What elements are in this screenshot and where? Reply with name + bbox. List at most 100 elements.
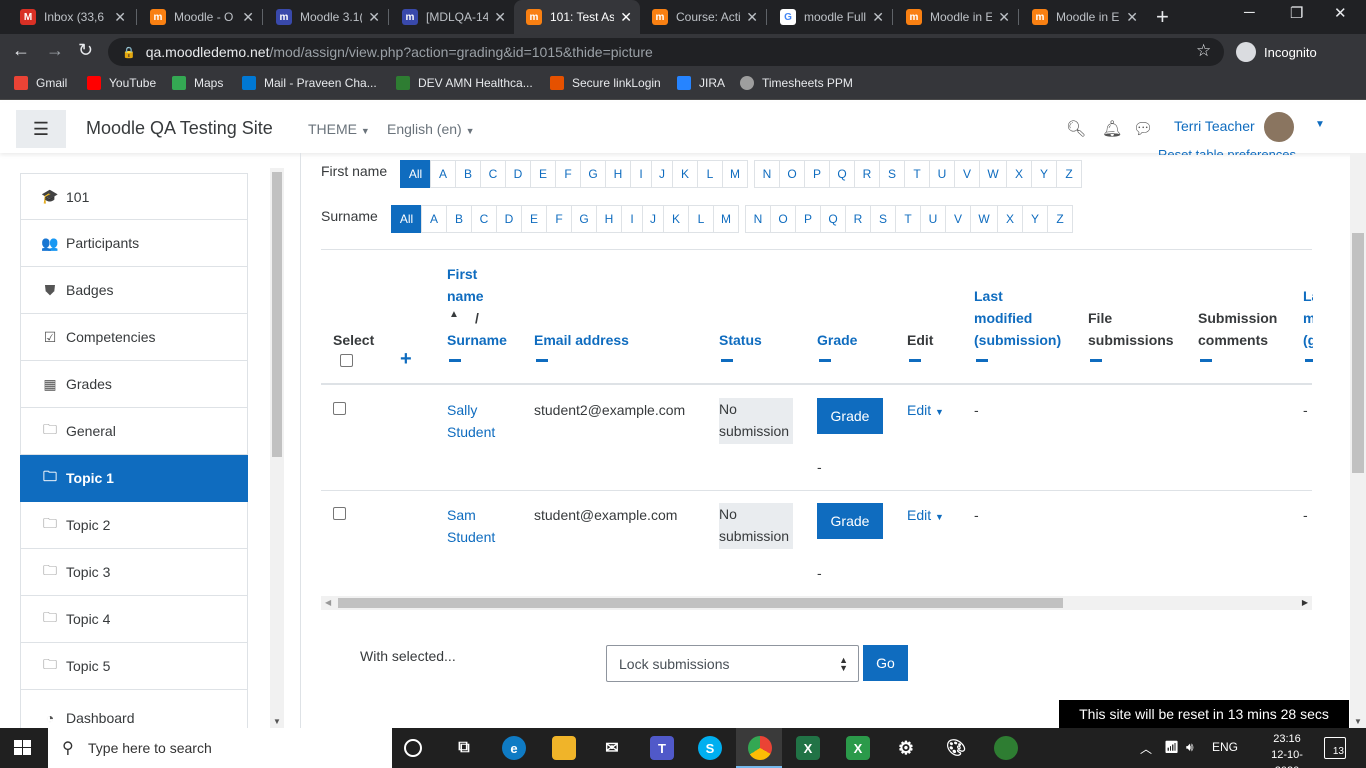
select-all-checkbox[interactable] — [340, 354, 353, 367]
row-select-checkbox[interactable] — [333, 402, 346, 415]
first-name-initial-s[interactable]: S — [879, 160, 905, 188]
menu-toggle-button[interactable]: ☰ — [16, 110, 66, 148]
sidebar-item-badges[interactable]: ⛊ Badges — [20, 267, 248, 314]
collapse-column-icon[interactable] — [976, 359, 988, 362]
row-select-checkbox[interactable] — [333, 507, 346, 520]
new-tab-icon[interactable]: + — [1156, 4, 1169, 30]
collapse-column-icon[interactable] — [819, 359, 831, 362]
collapse-column-icon[interactable] — [449, 359, 461, 362]
surname-initial-f[interactable]: F — [546, 205, 572, 233]
wifi-icon[interactable]: 📶︎ — [1164, 740, 1179, 754]
surname-initial-c[interactable]: C — [471, 205, 497, 233]
browser-tab-google[interactable]: Gmoodle Full ✕ — [768, 0, 892, 34]
sidebar-item-101[interactable]: 🎓 101 — [20, 173, 248, 220]
bookmark-maps[interactable]: Maps — [172, 76, 223, 90]
sidebar-scrollbar[interactable]: ▼ — [270, 168, 284, 728]
page-scrollbar[interactable]: ▼ — [1350, 153, 1366, 728]
first-name-initial-r[interactable]: R — [854, 160, 880, 188]
sort-last-modified-link[interactable]: (submission) — [974, 329, 1061, 351]
surname-initial-r[interactable]: R — [845, 205, 871, 233]
close-tab-icon[interactable]: ✕ — [368, 9, 380, 26]
collapse-column-icon[interactable] — [1200, 359, 1212, 362]
first-name-initial-g[interactable]: G — [580, 160, 606, 188]
theme-dropdown[interactable]: THEME ▼ — [308, 121, 370, 137]
edit-menu[interactable]: Edit ▼ — [907, 507, 944, 523]
first-name-initial-t[interactable]: T — [904, 160, 930, 188]
first-name-initial-f[interactable]: F — [555, 160, 581, 188]
volume-icon[interactable]: 🔊︎ — [1186, 740, 1194, 755]
bookmark-secure-link[interactable]: Secure linkLogin — [550, 76, 661, 90]
surname-initial-x[interactable]: X — [997, 205, 1023, 233]
chat-icon[interactable]: 💬︎ — [1133, 119, 1153, 139]
user-menu[interactable]: Terri Teacher — [1174, 118, 1255, 134]
excel-csv-icon[interactable]: X — [846, 736, 870, 760]
surname-initial-u[interactable]: U — [920, 205, 946, 233]
close-tab-icon[interactable]: ✕ — [998, 9, 1010, 26]
surname-initial-m[interactable]: M — [713, 205, 739, 233]
table-horizontal-scrollbar[interactable]: ◀ ▶ — [321, 596, 1312, 610]
sidebar-item-topic-1[interactable]: 🗀 Topic 1 — [20, 455, 248, 502]
sort-last-modified-link[interactable]: Last — [974, 285, 1003, 307]
surname-initial-o[interactable]: O — [770, 205, 796, 233]
sort-last-modified-grade-link[interactable]: La — [1303, 285, 1313, 307]
plus-icon[interactable]: + — [400, 348, 412, 370]
close-tab-icon[interactable]: ✕ — [1126, 9, 1138, 26]
bookmark-mail[interactable]: Mail - Praveen Cha... — [242, 76, 377, 90]
surname-initial-g[interactable]: G — [571, 205, 597, 233]
taskbar-clock[interactable]: 23:1612-10-2020 — [1262, 731, 1312, 768]
browser-tab-active[interactable]: m 101: Test As ✕ — [514, 0, 640, 34]
grade-button[interactable]: Grade — [817, 503, 883, 539]
paint-icon[interactable]: 🎨︎ — [944, 736, 968, 760]
forward-icon[interactable]: → — [46, 40, 64, 61]
first-name-initial-l[interactable]: L — [697, 160, 723, 188]
task-view-icon[interactable]: ⧉ — [452, 736, 476, 760]
scroll-down-arrow-icon[interactable]: ▼ — [273, 717, 281, 726]
surname-initial-p[interactable]: P — [795, 205, 821, 233]
back-icon[interactable]: ← — [12, 40, 30, 61]
first-name-initial-m[interactable]: M — [722, 160, 748, 188]
sidebar-item-grades[interactable]: ▦ Grades — [20, 361, 248, 408]
scrollbar-thumb[interactable] — [338, 598, 1063, 608]
scrollbar-thumb[interactable] — [272, 172, 282, 457]
go-button[interactable]: Go — [863, 645, 908, 681]
sidebar-item-topic-3[interactable]: 🗀 Topic 3 — [20, 549, 248, 596]
bookmark-timesheets[interactable]: Timesheets PPM — [740, 76, 853, 90]
close-tab-icon[interactable]: ✕ — [114, 9, 126, 26]
collapse-column-icon[interactable] — [721, 359, 733, 362]
skype-icon[interactable]: S — [698, 736, 722, 760]
close-tab-icon[interactable]: ✕ — [746, 9, 758, 26]
sidebar-item-participants[interactable]: 👥 Participants — [20, 220, 248, 267]
bell-icon[interactable]: 🔔︎ — [1102, 119, 1122, 139]
sort-first-name-link[interactable]: First — [447, 263, 477, 285]
first-name-initial-x[interactable]: X — [1006, 160, 1032, 188]
browser-tab-moodle-e2[interactable]: m Moodle in E ✕ — [1020, 0, 1146, 34]
first-name-initial-a[interactable]: A — [430, 160, 456, 188]
surname-initial-h[interactable]: H — [596, 205, 622, 233]
collapse-column-icon[interactable] — [909, 359, 921, 362]
taskbar-search-input[interactable]: ⚲ Type here to search — [48, 728, 392, 768]
minimize-icon[interactable]: ─ — [1244, 4, 1255, 21]
browser-tab-mdlqa[interactable]: m [MDLQA-14 ✕ — [390, 0, 514, 34]
search-icon[interactable]: 🔍︎ — [1066, 119, 1086, 139]
surname-initial-w[interactable]: W — [970, 205, 998, 233]
surname-initial-v[interactable]: V — [945, 205, 971, 233]
first-name-initial-e[interactable]: E — [530, 160, 556, 188]
first-name-initial-y[interactable]: Y — [1031, 160, 1057, 188]
edge-icon[interactable]: e — [502, 736, 526, 760]
first-name-initial-b[interactable]: B — [455, 160, 481, 188]
scroll-left-arrow-icon[interactable]: ◀ — [325, 598, 331, 607]
first-name-initial-all[interactable]: All — [400, 160, 431, 188]
sidebar-item-topic-4[interactable]: 🗀 Topic 4 — [20, 596, 248, 643]
first-name-initial-q[interactable]: Q — [829, 160, 855, 188]
surname-initial-y[interactable]: Y — [1022, 205, 1048, 233]
site-name[interactable]: Moodle QA Testing Site — [86, 118, 273, 139]
url-bar[interactable]: 🔒 qa.moodledemo.net/mod/assign/view.php?… — [108, 38, 1224, 66]
edit-menu[interactable]: Edit ▼ — [907, 402, 944, 418]
collapse-column-icon[interactable] — [536, 359, 548, 362]
bookmark-star-icon[interactable]: ☆ — [1196, 41, 1211, 61]
notification-center-icon[interactable]: 13 — [1324, 737, 1346, 759]
sidebar-item-general[interactable]: 🗀 General — [20, 408, 248, 455]
cortana-icon[interactable] — [404, 739, 422, 757]
surname-initial-i[interactable]: I — [621, 205, 643, 233]
sidebar-item-competencies[interactable]: ☑ Competencies — [20, 314, 248, 361]
